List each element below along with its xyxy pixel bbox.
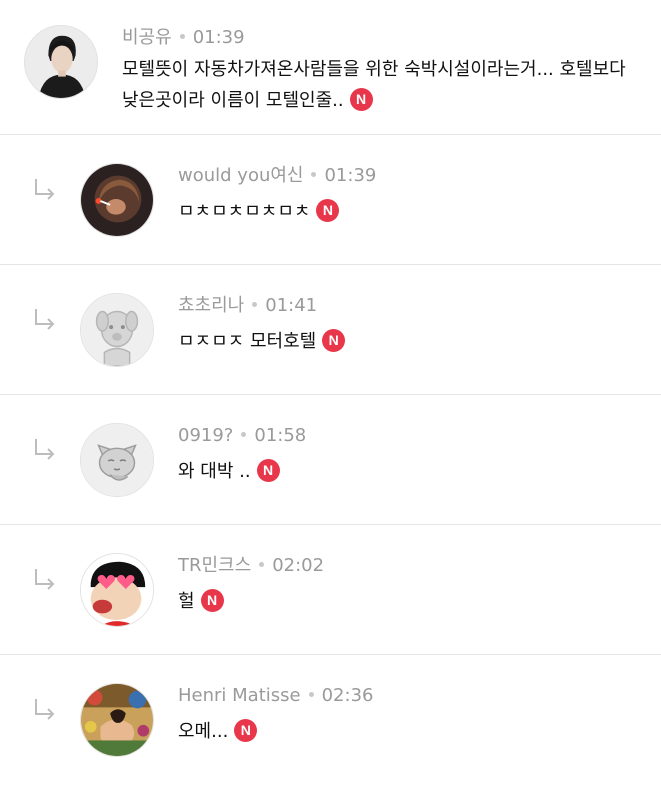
man-portrait-avatar[interactable] xyxy=(24,25,98,99)
new-badge: N xyxy=(234,718,258,742)
comment-meta: would you여신 01:39 xyxy=(178,165,376,187)
new-badge: N xyxy=(316,198,340,222)
comment-meta: Henri Matisse 02:36 xyxy=(178,685,373,707)
nickname[interactable]: TR민크스 xyxy=(178,555,251,576)
comment-body: 와 대박 .. xyxy=(178,461,251,482)
comment-meta: TR민크스 02:02 xyxy=(178,555,324,577)
new-badge: N xyxy=(322,328,346,352)
comment-body: ㅁㅊㅁㅊㅁㅊㅁㅊ xyxy=(178,201,311,222)
reply-item: TR민크스 02:02 헐N xyxy=(0,525,661,655)
timestamp: 01:39 xyxy=(324,165,377,186)
smoking-character-avatar[interactable] xyxy=(80,163,154,237)
cartoon-boy-heart-eyes-avatar[interactable] xyxy=(80,553,154,627)
comment-meta: 쵸초리나 01:41 xyxy=(178,295,317,317)
default-dog-avatar[interactable] xyxy=(80,293,154,367)
reply-arrow-icon xyxy=(32,567,58,593)
new-badge: N xyxy=(256,458,280,482)
timestamp: 02:02 xyxy=(272,555,325,576)
comment-meta: 0919? 01:58 xyxy=(178,425,306,447)
nickname[interactable]: would you여신 xyxy=(178,165,303,186)
comment-item: 비공유 01:39 모텔뜻이 자동차가져온사람들을 위한 숙박시설이라는거... … xyxy=(0,0,661,135)
reply-item: would you여신 01:39 ㅁㅊㅁㅊㅁㅊㅁㅊ N xyxy=(0,135,661,265)
reply-item: 쵸초리나 01:41 ㅁㅈㅁㅈ 모터호텔 N xyxy=(0,265,661,395)
reply-arrow-icon xyxy=(32,307,58,333)
painting-avatar[interactable] xyxy=(80,683,154,757)
comment-text: 모텔뜻이 자동차가져온사람들을 위한 숙박시설이라는거... 호텔보다 낮은곳이… xyxy=(122,54,626,116)
comment-text: 와 대박 .. N xyxy=(178,456,280,487)
nickname[interactable]: 비공유 xyxy=(122,27,172,48)
comment-text-line: 모텔뜻이 자동차가져온사람들을 위한 숙박시설이라는거... 호텔보다 xyxy=(122,59,626,80)
timestamp: 02:36 xyxy=(321,685,374,706)
nickname[interactable]: Henri Matisse xyxy=(178,685,301,706)
timestamp: 01:39 xyxy=(192,27,245,48)
reply-item: 0919? 01:58 와 대박 .. N xyxy=(0,395,661,525)
comment-text-line-with-badge: 낮은곳이라 이름이 모텔인줄.. N xyxy=(122,85,626,116)
separator-dot xyxy=(308,691,314,697)
reply-item: Henri Matisse 02:36 오메... N xyxy=(0,655,661,785)
comment-body: 헐 xyxy=(178,591,195,612)
separator-dot xyxy=(311,171,317,177)
separator-dot xyxy=(259,561,265,567)
separator-dot xyxy=(179,33,185,39)
comment-meta: 비공유 01:39 xyxy=(122,27,245,49)
reply-arrow-icon xyxy=(32,177,58,203)
comment-text: 헐N xyxy=(178,586,224,617)
comment-text: ㅁㅈㅁㅈ 모터호텔 N xyxy=(178,326,346,357)
comment-text: 오메... N xyxy=(178,716,258,747)
separator-dot xyxy=(241,431,247,437)
reply-arrow-icon xyxy=(32,437,58,463)
nickname[interactable]: 쵸초리나 xyxy=(178,295,244,316)
comment-body: ㅁㅈㅁㅈ 모터호텔 xyxy=(178,331,317,352)
separator-dot xyxy=(252,301,258,307)
comment-text: ㅁㅊㅁㅊㅁㅊㅁㅊ N xyxy=(178,196,340,227)
comment-body: 오메... xyxy=(178,721,229,742)
new-badge: N xyxy=(200,588,224,612)
reply-arrow-icon xyxy=(32,697,58,723)
nickname[interactable]: 0919? xyxy=(178,425,233,446)
new-badge: N xyxy=(349,87,373,111)
timestamp: 01:58 xyxy=(254,425,307,446)
default-cat-avatar[interactable] xyxy=(80,423,154,497)
comment-text-line: 낮은곳이라 이름이 모텔인줄.. xyxy=(122,90,344,111)
timestamp: 01:41 xyxy=(265,295,318,316)
